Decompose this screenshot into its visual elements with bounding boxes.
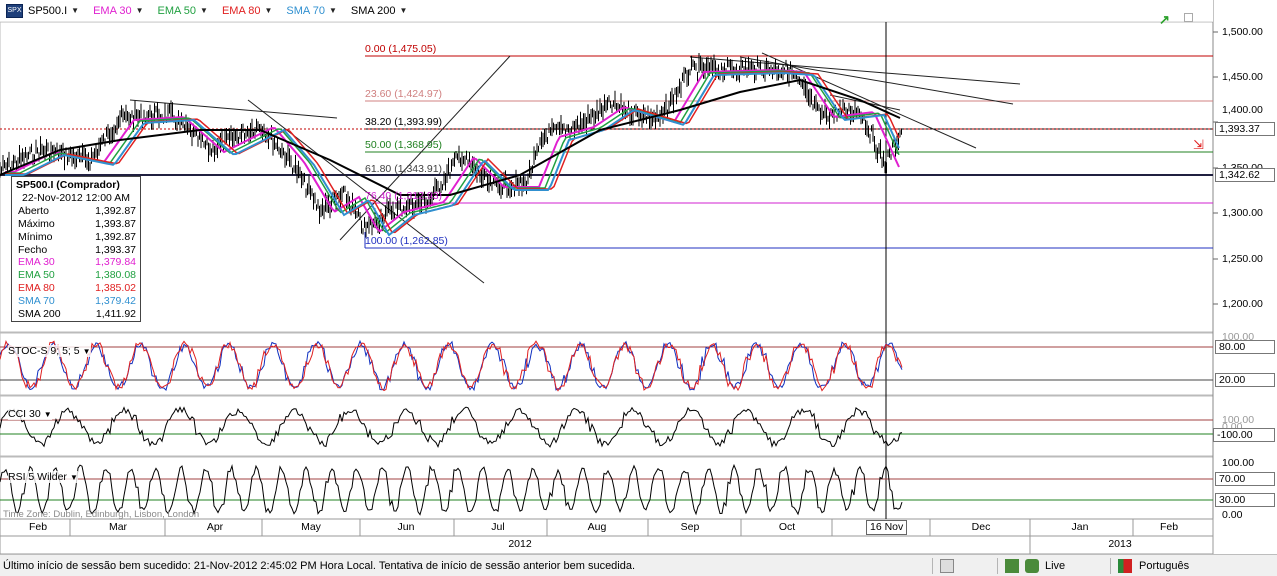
stoch-20-badge: 20.00 <box>1215 373 1275 387</box>
keyboard-icon <box>940 558 954 573</box>
price-tick: 1,450.00 <box>1222 71 1263 83</box>
language-label: Português <box>1139 559 1190 572</box>
month-tick: Sep <box>680 521 700 533</box>
fib-label-382: 38.20 (1,393.99) <box>365 116 443 128</box>
indicator-sma200[interactable]: SMA 200 ▼ <box>351 5 408 17</box>
chevron-down-icon: ▼ <box>71 6 80 15</box>
crosshair-date-badge: 16 Nov <box>866 520 908 535</box>
cci-line <box>0 406 903 449</box>
indicator-sma70[interactable]: SMA 70 ▼ <box>286 5 336 17</box>
month-tick: Jan <box>1071 521 1089 533</box>
year-2012: 2012 <box>508 538 532 550</box>
connection-status: Live <box>1045 559 1066 572</box>
data-window: SP500.I (Comprador) 22-Nov-2012 12:00 AM… <box>11 176 141 322</box>
pane-frame <box>0 21 1214 333</box>
indicator-ema50[interactable]: EMA 50 ▼ <box>158 5 208 17</box>
fib-label-50: 50.00 (1,368.95) <box>365 139 443 151</box>
indicator-ema80[interactable]: EMA 80 ▼ <box>222 5 272 17</box>
month-tick: Feb <box>28 521 48 533</box>
data-window-row: Aberto 1,392.87 <box>18 204 136 217</box>
price-tick: 1,500.00 <box>1222 26 1263 38</box>
trendline <box>129 99 338 119</box>
price-tick: 1,250.00 <box>1222 253 1263 265</box>
chevron-down-icon: ▼ <box>135 6 144 15</box>
last-price-badge: 1,393.37 <box>1215 122 1275 136</box>
fib-label-236: 23.60 (1,424.97) <box>365 88 443 100</box>
trade-marker-icon[interactable]: ⇲ <box>1193 137 1204 153</box>
stoch-k-line <box>0 339 903 392</box>
fib-label-0: 0.00 (1,475.05) <box>365 43 437 55</box>
data-window-row: Fecho 1,393.37 <box>18 243 136 256</box>
chevron-down-icon: ▼ <box>328 6 337 15</box>
data-window-row: Mínimo 1,392.87 <box>18 230 136 243</box>
fib-label-764: 76.40 (1,312.93) <box>365 190 443 202</box>
rsi-70-badge: 70.00 <box>1215 472 1275 486</box>
status-bar: Último início de sessão bem sucedido: 21… <box>0 554 1277 576</box>
year-2013: 2013 <box>1108 538 1132 550</box>
rsi-0-tick: 0.00 <box>1222 509 1243 521</box>
timezone-label: Time Zone: Dublin, Edinburgh, Lisbon, Lo… <box>3 509 200 520</box>
stoch-80-badge: 80.00 <box>1215 340 1275 354</box>
chart-toolbar: SPX SP500.I ▼ EMA 30 ▼ EMA 50 ▼ EMA 80 ▼ SMA… <box>0 0 1213 22</box>
price-tick: 1,300.00 <box>1222 207 1263 219</box>
month-tick: Jun <box>397 521 415 533</box>
trend-arrow-icon[interactable]: ↗ <box>1159 12 1170 28</box>
chart-canvas[interactable] <box>0 0 1277 554</box>
month-tick: Aug <box>587 521 607 533</box>
rsi-30-badge: 30.00 <box>1215 493 1275 507</box>
stoch-pane-label[interactable]: STOC-S 9; 5; 5 ▼ <box>8 345 91 357</box>
data-window-row: Máximo 1,393.87 <box>18 217 136 230</box>
symbol-icon[interactable]: SPX <box>6 3 23 18</box>
data-window-row: EMA 30 1,379.84 <box>18 256 136 269</box>
pane-frame <box>0 395 1214 457</box>
month-tick: May <box>301 521 321 533</box>
cci-minus100-badge: -100.00 <box>1213 428 1275 442</box>
month-tick: Mar <box>108 521 128 533</box>
month-tick: Apr <box>206 521 224 533</box>
chevron-down-icon: ▼ <box>200 6 208 15</box>
data-window-row: SMA 200 1,411.92 <box>18 308 136 321</box>
symbol-selector[interactable]: SP500.I ▼ <box>28 5 79 17</box>
lock-icon <box>1025 558 1039 573</box>
chevron-down-icon: ▼ <box>399 6 408 15</box>
maximize-icon[interactable] <box>1184 13 1193 22</box>
indicator-ema30[interactable]: EMA 30 ▼ <box>93 5 143 17</box>
rsi-line <box>0 463 903 516</box>
month-tick: Dec <box>971 521 991 533</box>
rsi-100-tick: 100.00 <box>1222 457 1255 469</box>
status-message: Último início de sessão bem sucedido: 21… <box>3 559 636 572</box>
fib-label-100: 100.00 (1,262.85) <box>365 235 448 247</box>
crosshair-price-badge: 1,342.62 <box>1215 168 1275 182</box>
axis-background <box>1213 0 1277 554</box>
month-tick: Feb <box>1159 521 1179 533</box>
data-window-row: SMA 70 1,379.42 <box>18 295 136 308</box>
data-window-row: EMA 80 1,385.02 <box>18 282 136 295</box>
cci-pane-label[interactable]: CCI 30 ▼ <box>8 408 52 420</box>
data-window-date: 22-Nov-2012 12:00 AM <box>22 191 130 204</box>
month-tick: Oct <box>778 521 796 533</box>
data-window-row: EMA 50 1,380.08 <box>18 269 136 282</box>
data-window-title: SP500.I (Comprador) <box>16 179 120 191</box>
chart-icon <box>1005 558 1019 573</box>
price-tick: 1,400.00 <box>1222 104 1263 116</box>
price-tick: 1,200.00 <box>1222 298 1263 310</box>
rsi-pane-label[interactable]: RSI 5 Wilder ▼ <box>8 471 78 483</box>
chevron-down-icon: ▼ <box>264 6 273 15</box>
month-tick: Jul <box>491 521 505 533</box>
fib-label-618: 61.80 (1,343.91) <box>365 163 443 175</box>
flag-icon <box>1118 558 1132 573</box>
